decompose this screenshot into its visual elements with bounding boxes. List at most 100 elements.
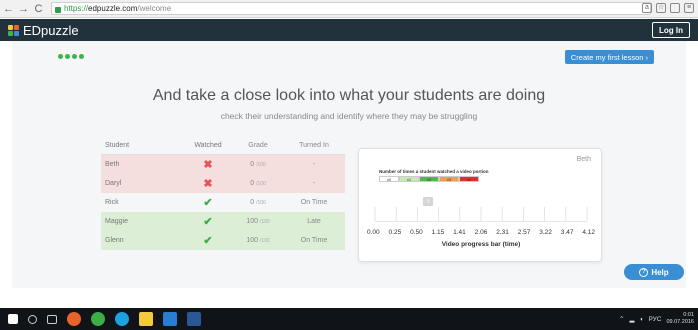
watched-status: ✖ [183, 158, 233, 171]
login-button[interactable]: Log In [652, 22, 690, 38]
taskbar-area: ⌃ ▂ ◖ РУС 0:01 09.07.2016 [0, 288, 698, 330]
x-tick-label: 2.31 [496, 229, 509, 236]
volume-icon[interactable]: ◖ [640, 316, 644, 323]
help-button[interactable]: ? Help [624, 264, 684, 280]
clock-time: 0:01 [683, 312, 694, 318]
main-panel: Create my first lesson › And take a clos… [12, 41, 686, 288]
x-tick-label: 0.00 [367, 229, 380, 236]
windows-taskbar: ⌃ ▂ ◖ РУС 0:01 09.07.2016 [0, 308, 698, 330]
student-table: Student Watched Grade Turned In Beth ✖ 0 /… [101, 136, 345, 250]
grade: 0 /100 [233, 180, 283, 187]
url-scheme: https:// [64, 4, 89, 13]
timeline-segment [460, 217, 481, 221]
timeline-segment [417, 217, 439, 221]
timeline-segment [566, 217, 587, 221]
clock-date: 09.07.2016 [666, 319, 694, 325]
watched-status: ✖ [183, 177, 233, 190]
turned-in: - [312, 180, 316, 187]
turned-in: On Time [300, 199, 328, 206]
question-circle-icon: ? [639, 267, 649, 277]
app-icon[interactable] [91, 312, 105, 326]
x-tick-label: 1.15 [431, 229, 445, 236]
grade-value: 0 [250, 161, 255, 168]
app-header: EDpuzzle Log In [0, 19, 698, 41]
menu-icon[interactable]: ≡ [684, 3, 694, 13]
skype-icon[interactable] [115, 312, 129, 326]
timeline-segment [523, 217, 545, 221]
system-tray: ⌃ ▂ ◖ РУС 0:01 09.07.2016 [619, 312, 694, 326]
edpuzzle-logo-icon[interactable] [8, 24, 19, 36]
url-path: /welcome [137, 4, 172, 13]
back-arrow-icon[interactable]: ← [2, 2, 15, 16]
table-row[interactable]: Glenn ✔ 100 /100 On Time [101, 231, 345, 250]
create-lesson-button[interactable]: Create my first lesson › [564, 50, 654, 64]
x-axis-label: Video progress bar (time) [441, 241, 521, 248]
reload-icon[interactable]: C [32, 2, 45, 16]
grade-denominator: /100 [259, 219, 270, 225]
grade-value: 100 [246, 218, 258, 225]
table-row[interactable]: Maggie ✔ 100 /100 Late [101, 212, 345, 231]
folder-icon[interactable] [139, 312, 153, 326]
timeline-segment [545, 217, 566, 221]
chevron-up-icon[interactable]: ⌃ [619, 315, 624, 323]
x-tick-label: 3.22 [539, 229, 552, 236]
student-name: Glenn [105, 237, 124, 244]
x-tick-label: 2.57 [517, 229, 531, 236]
student-name: Beth [105, 161, 120, 168]
cross-icon: ✖ [203, 159, 213, 171]
grade: 100 /100 [233, 218, 283, 225]
check-icon: ✔ [203, 235, 213, 247]
extension-icon[interactable] [670, 3, 680, 13]
timeline-segment [439, 217, 460, 221]
x-tick-label: 0.50 [410, 229, 423, 236]
watched-status: ✔ [183, 196, 233, 209]
progress-dots [58, 54, 84, 59]
browser-toolbar: ← → C https:// edpuzzle.com /welcome a ☆… [0, 0, 698, 18]
media-player-icon[interactable] [163, 312, 177, 326]
grade-denominator: /100 [256, 162, 266, 168]
translate-icon[interactable]: a [642, 3, 652, 13]
check-icon: ✔ [203, 216, 213, 228]
lock-icon [55, 6, 61, 13]
turned-in: - [312, 161, 316, 168]
url-host: edpuzzle.com [88, 4, 138, 13]
chrome-icon[interactable] [67, 312, 81, 326]
column-header: Grade [248, 141, 268, 149]
grade-denominator: /100 [259, 238, 270, 244]
column-header: Student [105, 141, 130, 149]
student-name: Rick [105, 199, 119, 206]
timeline-segment [481, 217, 502, 221]
cross-icon: ✖ [203, 178, 213, 190]
table-row[interactable]: Beth ✖ 0 /100 - [101, 155, 345, 174]
forward-arrow-icon[interactable]: → [17, 2, 30, 16]
progress-dot[interactable] [65, 54, 70, 59]
brand-name[interactable]: EDpuzzle [23, 23, 79, 38]
timeline-segment [375, 217, 396, 221]
address-bar[interactable]: https:// edpuzzle.com /welcome [51, 2, 651, 15]
grade-value: 0 [250, 180, 255, 187]
grade-value: 0 [250, 199, 255, 206]
column-header: Turned In [299, 141, 329, 149]
table-row[interactable]: Daryl ✖ 0 /100 - [101, 174, 345, 193]
windows-start-icon[interactable] [8, 314, 18, 324]
clock[interactable]: 0:01 09.07.2016 [666, 312, 694, 326]
search-icon[interactable] [28, 314, 37, 324]
grade: 100 /100 [233, 237, 283, 244]
lang-indicator[interactable]: РУС [648, 316, 661, 323]
timeline-segment [502, 217, 523, 221]
check-icon: ✔ [203, 197, 213, 209]
timeline-segment [396, 217, 417, 221]
progress-dot[interactable] [72, 54, 77, 59]
star-icon[interactable]: ☆ [656, 3, 666, 13]
table-row[interactable]: Rick ✔ 0 /100 On Time [101, 193, 345, 212]
word-icon[interactable] [187, 312, 201, 326]
page-subline: check their understanding and identify w… [220, 111, 478, 121]
x-tick-label: 2.06 [474, 229, 488, 236]
task-view-icon[interactable] [47, 314, 57, 324]
progress-dot[interactable] [58, 54, 63, 59]
grade-value: 100 [246, 237, 258, 244]
network-icon[interactable]: ▂ [630, 315, 635, 323]
x-tick-labels: 0.00 0.25 0.50 1.15 1.41 2.06 2.31 2.57 3.22 3.47… [367, 229, 595, 236]
progress-dot[interactable] [79, 54, 84, 59]
watched-status: ✔ [183, 234, 233, 247]
